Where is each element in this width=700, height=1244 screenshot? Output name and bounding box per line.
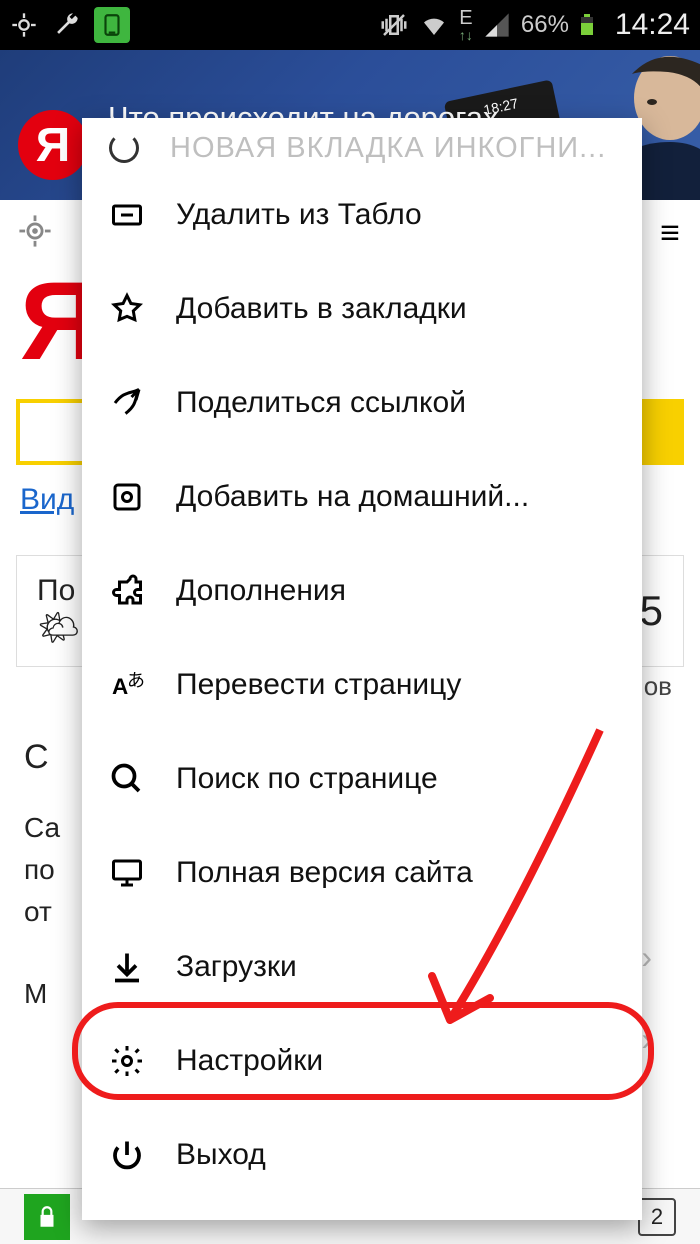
menu-item-remove-tablo[interactable]: Удалить из Табло bbox=[82, 168, 642, 262]
menu-item-label: Добавить на домашний... bbox=[176, 480, 529, 514]
tab-count[interactable]: 2 bbox=[638, 1198, 676, 1236]
menu-item-downloads[interactable]: Загрузки bbox=[82, 920, 642, 1014]
wrench-icon bbox=[52, 11, 80, 39]
hamburger-icon[interactable]: ≡ bbox=[660, 214, 682, 253]
remove-tablo-icon bbox=[104, 197, 150, 233]
menu-item-add-homescreen[interactable]: Добавить на домашний... bbox=[82, 450, 642, 544]
menu-item-translate-page[interactable]: Aあ Перевести страницу bbox=[82, 638, 642, 732]
weather-value: 5 bbox=[640, 587, 663, 635]
svg-text:あ: あ bbox=[127, 671, 145, 691]
vibrate-icon bbox=[379, 10, 409, 40]
star-icon bbox=[104, 291, 150, 327]
gps-icon bbox=[10, 11, 38, 39]
menu-item-label: Загрузки bbox=[176, 950, 297, 984]
monitor-icon bbox=[104, 855, 150, 891]
menu-item-add-bookmark[interactable]: Добавить в закладки bbox=[82, 262, 642, 356]
menu-item-incognito[interactable]: НОВАЯ ВКЛАДКА ИНКОГНИ... bbox=[82, 128, 642, 168]
battery-percent: 66% bbox=[521, 11, 569, 39]
menu-item-label: Настройки bbox=[176, 1044, 323, 1078]
search-icon bbox=[104, 761, 150, 797]
gear-icon bbox=[104, 1043, 150, 1079]
browser-menu: НОВАЯ ВКЛАДКА ИНКОГНИ... Удалить из Табл… bbox=[82, 118, 642, 1220]
menu-item-label: Удалить из Табло bbox=[176, 198, 422, 232]
homescreen-icon bbox=[104, 479, 150, 515]
puzzle-icon bbox=[104, 573, 150, 609]
locate-icon[interactable] bbox=[18, 214, 52, 253]
app-icon bbox=[94, 7, 130, 43]
wifi-icon bbox=[419, 10, 449, 40]
menu-item-label: Выход bbox=[176, 1138, 266, 1172]
status-bar: E ↑↓ 66% 14:24 bbox=[0, 0, 700, 50]
yandex-logo[interactable]: Я bbox=[18, 110, 88, 180]
menu-item-label: Поделиться ссылкой bbox=[176, 386, 466, 420]
menu-item-desktop-site[interactable]: Полная версия сайта bbox=[82, 826, 642, 920]
translate-icon: Aあ bbox=[104, 667, 150, 703]
menu-item-share-link[interactable]: Поделиться ссылкой bbox=[82, 356, 642, 450]
incognito-icon bbox=[109, 133, 139, 163]
chevron-right-icon: › bbox=[641, 1015, 652, 1063]
menu-item-label: Дополнения bbox=[176, 574, 346, 608]
clock: 14:24 bbox=[615, 8, 690, 42]
menu-item-settings[interactable]: Настройки bbox=[82, 1014, 642, 1108]
battery-indicator: 66% bbox=[521, 9, 599, 41]
power-icon bbox=[104, 1137, 150, 1173]
network-type: E ↑↓ bbox=[459, 8, 473, 42]
menu-item-extensions[interactable]: Дополнения bbox=[82, 544, 642, 638]
menu-item-label: НОВАЯ ВКЛАДКА ИНКОГНИ... bbox=[170, 132, 606, 165]
weather-label: По bbox=[37, 574, 80, 608]
menu-item-exit[interactable]: Выход bbox=[82, 1108, 642, 1202]
menu-item-label: Добавить в закладки bbox=[176, 292, 467, 326]
weather-icon: 🌤 bbox=[37, 608, 80, 648]
menu-item-label: Поиск по странице bbox=[176, 762, 438, 796]
menu-item-label: Полная версия сайта bbox=[176, 856, 473, 890]
download-icon bbox=[104, 949, 150, 985]
lock-icon[interactable] bbox=[24, 1194, 70, 1240]
menu-item-label: Перевести страницу bbox=[176, 668, 461, 702]
share-icon bbox=[104, 385, 150, 421]
signal-icon bbox=[483, 11, 511, 39]
menu-item-find-in-page[interactable]: Поиск по странице bbox=[82, 732, 642, 826]
svg-text:A: A bbox=[112, 674, 128, 699]
